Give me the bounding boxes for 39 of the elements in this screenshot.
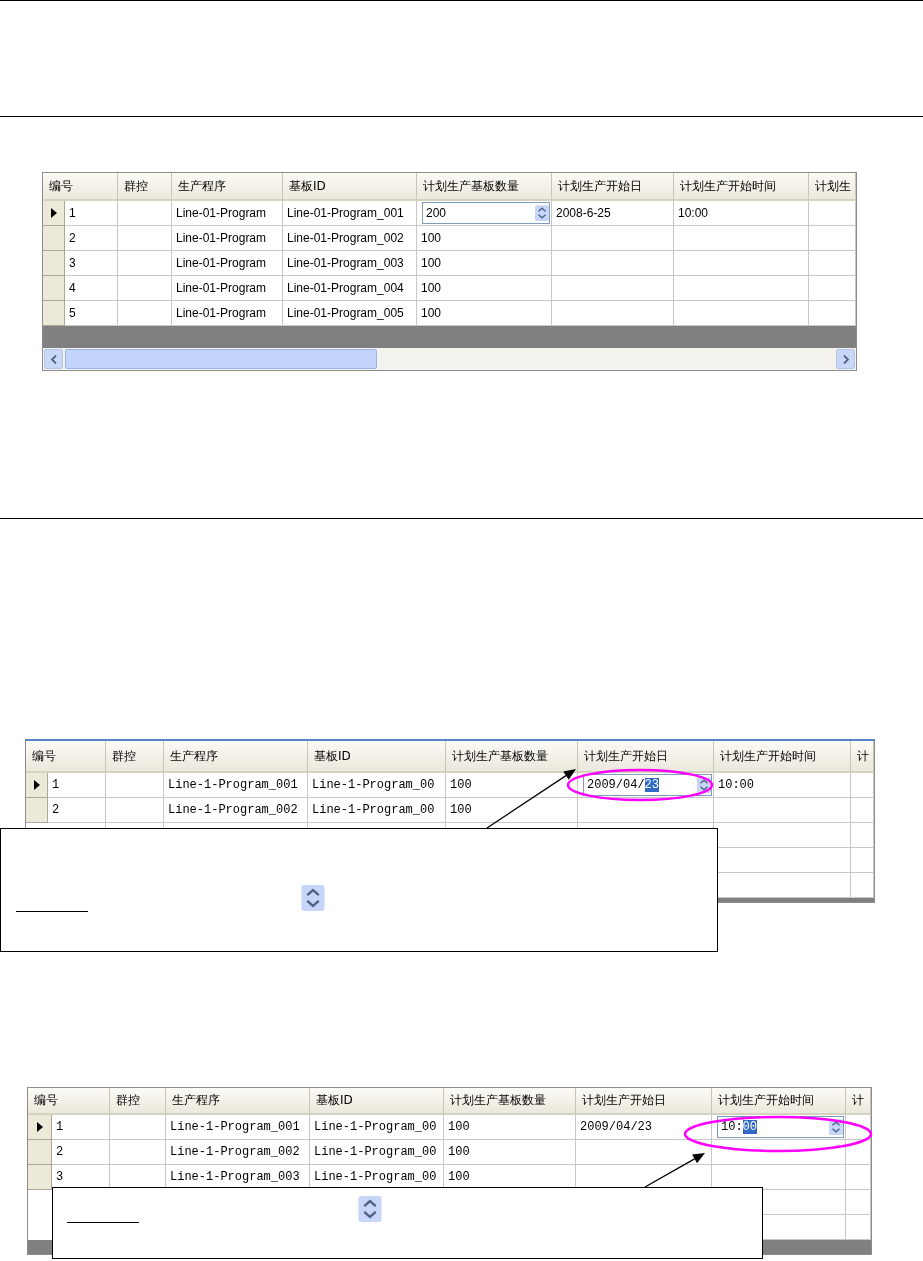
column-header[interactable]: 基板ID	[310, 1088, 444, 1115]
scrollbar-thumb[interactable]	[65, 349, 377, 369]
column-header[interactable]: 基板ID	[283, 173, 417, 201]
column-header[interactable]: 生产程序	[172, 173, 283, 201]
underline	[16, 911, 88, 912]
column-header[interactable]: 计划生产基板数量	[446, 741, 578, 773]
spin-field[interactable]: 200	[422, 202, 550, 224]
column-header[interactable]: 计划生产开始时间	[674, 173, 809, 201]
row-header[interactable]	[43, 201, 65, 226]
column-header[interactable]: 计划生	[809, 173, 856, 201]
spin-icon[interactable]	[535, 205, 549, 221]
column-header[interactable]: 编号	[28, 1088, 110, 1115]
current-row-icon	[50, 208, 57, 218]
column-header[interactable]: 计划生产开始时间	[714, 741, 851, 773]
column-header[interactable]: 群控	[106, 741, 164, 773]
column-header[interactable]: 计	[851, 741, 874, 773]
current-row-icon	[36, 1122, 43, 1132]
column-header[interactable]: 计划生产基板数量	[444, 1088, 576, 1115]
column-header[interactable]: 编号	[26, 741, 106, 773]
row-header[interactable]	[26, 773, 48, 798]
column-header[interactable]: 群控	[110, 1088, 166, 1115]
column-header[interactable]: 基板ID	[308, 741, 446, 773]
column-header[interactable]: 计划生产开始时间	[712, 1088, 846, 1115]
spin-field[interactable]: 2009/04/23	[583, 774, 712, 796]
spin-icon[interactable]	[358, 1196, 382, 1222]
column-header[interactable]: 生产程序	[166, 1088, 310, 1115]
column-header[interactable]: 计	[846, 1088, 871, 1115]
column-header[interactable]: 计划生产开始日	[576, 1088, 712, 1115]
column-header[interactable]: 群控	[118, 173, 172, 201]
column-header[interactable]: 生产程序	[164, 741, 308, 773]
column-header[interactable]: 计划生产开始日	[578, 741, 714, 773]
horizontal-scrollbar[interactable]	[43, 348, 856, 370]
column-header[interactable]: 计划生产基板数量	[417, 173, 552, 201]
underline	[67, 1222, 139, 1223]
spin-icon[interactable]	[301, 885, 325, 911]
current-row-icon	[33, 780, 40, 790]
row-header[interactable]	[28, 1115, 52, 1140]
column-header[interactable]: 编号	[43, 173, 118, 201]
column-header[interactable]: 计划生产开始日	[552, 173, 674, 201]
